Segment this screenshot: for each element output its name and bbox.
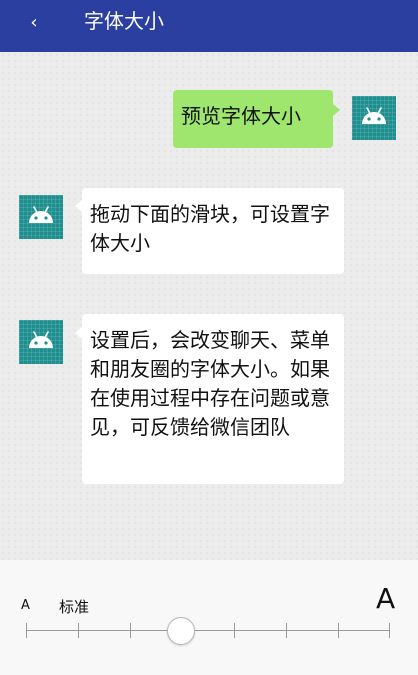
slider-tick (234, 623, 235, 638)
standard-size-label: 标准 (59, 598, 90, 616)
slider-tick (389, 623, 390, 638)
slider-tick (78, 623, 79, 638)
sent-message-bubble: 预览字体大小 (173, 90, 333, 148)
font-size-slider-track[interactable] (26, 630, 390, 631)
message-text: 设置后，会改变聊天、菜单和朋友圈的字体大小。如果在使用过程中存在问题或意见，可反… (90, 328, 330, 439)
android-robot-icon (362, 107, 386, 124)
small-font-label: A (21, 598, 30, 613)
title-bar: ‹ 字体大小 (0, 0, 418, 52)
slider-tick (26, 623, 27, 638)
large-font-label: A (376, 582, 396, 615)
avatar (352, 96, 396, 140)
avatar (19, 320, 63, 364)
back-arrow-icon[interactable]: ‹ (24, 11, 44, 35)
slider-tick (338, 623, 339, 638)
message-text: 预览字体大小 (181, 104, 301, 128)
bubble-tail (75, 200, 82, 212)
received-message-bubble: 设置后，会改变聊天、菜单和朋友圈的字体大小。如果在使用过程中存在问题或意见，可反… (82, 314, 344, 484)
received-message-bubble: 拖动下面的滑块，可设置字体大小 (82, 188, 344, 274)
font-size-panel: A 标准 A (0, 560, 418, 675)
message-text: 拖动下面的滑块，可设置字体大小 (90, 202, 330, 255)
bubble-tail (75, 327, 82, 339)
android-robot-icon (29, 331, 53, 348)
chat-preview-area: 预览字体大小 拖动下面的滑块，可设置字体大小 设置后，会改变聊天、菜单和朋友圈的… (0, 52, 418, 560)
slider-tick (130, 623, 131, 638)
slider-tick (286, 623, 287, 638)
avatar (19, 195, 63, 239)
android-robot-icon (29, 206, 53, 223)
font-size-slider-thumb[interactable] (167, 617, 195, 645)
page-title: 字体大小 (84, 9, 164, 33)
bubble-tail (333, 104, 340, 116)
